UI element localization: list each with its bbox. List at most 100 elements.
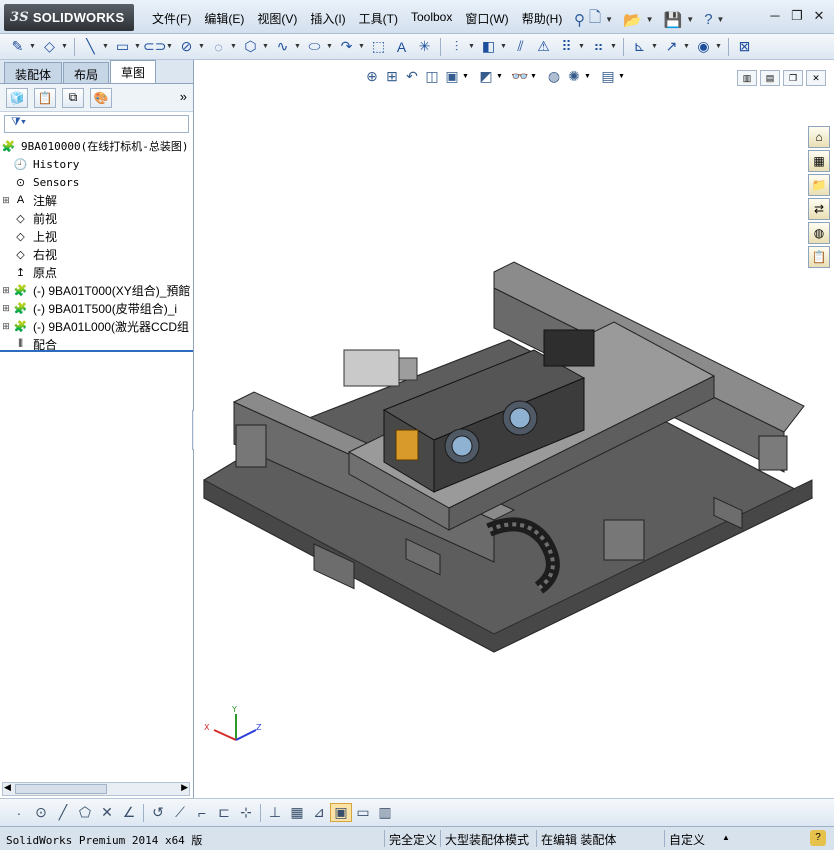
angle-icon[interactable]: ∠ <box>118 804 140 821</box>
dimension-icon[interactable]: ⊥ <box>264 804 286 821</box>
chevron-down-icon[interactable]: ▼ <box>610 43 619 50</box>
tile-icon[interactable]: ▥ <box>374 804 396 821</box>
sketch-relations-icon[interactable]: ⊿ <box>308 804 330 821</box>
tab-layout[interactable]: 布局 <box>63 62 110 83</box>
point-icon[interactable]: ✳ <box>413 38 436 55</box>
linear-pattern-icon[interactable]: ⠿ <box>555 38 578 55</box>
pin-icon[interactable]: ⚲ <box>574 11 585 29</box>
minimize-icon[interactable]: ─ <box>764 8 786 24</box>
chevron-down-icon[interactable]: ▼ <box>618 73 626 80</box>
view-palette-icon[interactable]: ⇄ <box>808 198 830 220</box>
fillet-icon[interactable]: ↺ <box>147 804 169 821</box>
previous-view-icon[interactable]: ↶ <box>402 68 422 85</box>
appearance-manager-icon[interactable]: 🎨 <box>90 87 112 108</box>
smart-dimension-icon[interactable]: ◇ <box>38 38 61 55</box>
menu-toolbox[interactable]: Toolbox <box>411 10 452 27</box>
view-orientation-icon[interactable]: ▣ <box>442 68 462 85</box>
restore-icon[interactable]: ❐ <box>786 8 808 24</box>
split-vertical-icon[interactable]: ▥ <box>737 70 757 86</box>
menu-file[interactable]: 文件(F) <box>152 10 191 27</box>
tab-sketch[interactable]: 草图 <box>110 60 157 83</box>
assembly-model-view[interactable]: Y X Z <box>194 60 834 798</box>
tree-item[interactable]: 🕘 History <box>0 155 193 173</box>
tree-item[interactable]: ⊞ 🧩 (-) 9BA01T000(XY组合)_預館 <box>0 281 193 299</box>
tree-item[interactable]: ◇ 前视 <box>0 209 193 227</box>
tree-item[interactable]: ⊞ 🧩 (-) 9BA01L000(激光器CCD组 <box>0 317 193 335</box>
intersect-icon[interactable]: ⊏ <box>213 804 235 821</box>
instant2d-icon[interactable]: ⊠ <box>733 38 756 55</box>
menu-window[interactable]: 窗口(W) <box>465 10 508 27</box>
grid-icon[interactable]: ▦ <box>286 804 308 821</box>
circle-icon[interactable]: ⊙ <box>30 804 52 821</box>
arc-icon[interactable]: ◌ <box>207 39 230 55</box>
rapid-sketch-icon[interactable]: ◉ <box>692 38 715 55</box>
chevron-down-icon[interactable]: ▼ <box>166 43 175 50</box>
offset-entities-icon[interactable]: ⫽ <box>509 38 532 55</box>
save-icon[interactable]: 💾 <box>664 11 683 29</box>
polygon-icon[interactable]: ⬡ <box>239 38 262 55</box>
section-view-icon[interactable]: ◫ <box>422 68 442 85</box>
help-icon[interactable]: ? <box>704 11 712 28</box>
quick-tips-icon[interactable]: ? <box>810 830 826 846</box>
chevron-down-icon[interactable]: ▼ <box>646 15 654 24</box>
tab-assembly[interactable]: 装配体 <box>4 62 63 83</box>
menu-edit[interactable]: 编辑(E) <box>204 10 244 27</box>
zoom-to-area-icon[interactable]: ⊞ <box>382 68 402 85</box>
chevron-down-icon[interactable]: ▼ <box>686 15 694 24</box>
corner-icon[interactable]: ⌐ <box>191 805 213 821</box>
expand-icon[interactable]: ⊞ <box>0 303 12 314</box>
edit-sketch-icon[interactable]: ✎ <box>6 38 29 55</box>
repair-sketch-icon[interactable]: ↗ <box>660 38 683 55</box>
chevron-down-icon[interactable]: ▼ <box>683 43 692 50</box>
tree-item[interactable]: ⊙ Sensors <box>0 173 193 191</box>
chevron-down-icon[interactable]: ▼ <box>294 43 303 50</box>
trim-icon[interactable]: ⫶ <box>445 38 468 55</box>
open-folder-icon[interactable]: 📂 <box>623 11 642 29</box>
window-icon[interactable]: ▭ <box>352 804 374 821</box>
chevron-down-icon[interactable]: ▼ <box>500 43 509 50</box>
chevron-down-icon[interactable]: ▼ <box>134 43 143 50</box>
custom-properties-icon[interactable]: 📋 <box>808 246 830 268</box>
menu-insert[interactable]: 插入(I) <box>310 10 345 27</box>
line-icon[interactable]: ╱ <box>52 804 74 821</box>
chevron-down-icon[interactable]: ▼ <box>230 43 239 50</box>
scrollbar-thumb[interactable] <box>15 784 107 794</box>
convert-entities-icon[interactable]: ◧ <box>477 38 500 55</box>
chamfer-icon[interactable]: ⟋ <box>169 804 191 821</box>
spline-icon[interactable]: ∿ <box>271 38 294 55</box>
chevron-down-icon[interactable]: ▼ <box>715 43 724 50</box>
trim-icon[interactable]: ✕ <box>96 804 118 821</box>
solidworks-logo[interactable]: 3S SOLIDWORKS <box>4 4 134 31</box>
filter-field[interactable]: ⧩▾ <box>4 115 189 133</box>
chevron-down-icon[interactable]: ▼ <box>578 43 587 50</box>
hide-show-items-icon[interactable]: 👓 <box>510 68 530 85</box>
chevron-down-icon[interactable]: ▼ <box>717 15 725 24</box>
tree-item[interactable]: ◇ 右视 <box>0 245 193 263</box>
property-manager-icon[interactable]: 📋 <box>34 87 56 108</box>
sketch-plane-icon[interactable]: ⬚ <box>367 38 390 55</box>
graphics-area[interactable]: Y X Z ⊕ ⊞ ↶ ◫ ▣ ▼ ◩ ▼ 👓 ▼ ◍ ✺ ▼ ▤ ▼ ▥ ▤ ❐ ✕ ⌂… <box>194 60 834 798</box>
chevron-down-icon[interactable]: ▼ <box>262 43 271 50</box>
new-document-icon[interactable]: 🗋 <box>589 7 601 32</box>
3d-box-icon[interactable]: ▣ <box>330 803 352 822</box>
display-style-icon[interactable]: ◩ <box>476 68 496 85</box>
tree-item[interactable]: ⊞ 🧩 (-) 9BA01T500(皮带组合)_i <box>0 299 193 317</box>
chevron-down-icon[interactable]: ▼ <box>29 43 38 50</box>
close-icon[interactable]: ✕ <box>808 8 830 24</box>
chevron-down-icon[interactable]: ▼ <box>530 73 538 80</box>
configuration-manager-icon[interactable]: ⧉ <box>62 87 84 108</box>
text-icon[interactable]: A <box>390 39 413 55</box>
chevron-down-icon[interactable]: ▼ <box>496 73 504 80</box>
point-icon[interactable]: · <box>8 805 30 821</box>
chevron-down-icon[interactable]: ▼ <box>462 73 470 80</box>
tree-item[interactable]: ◇ 上视 <box>0 227 193 245</box>
chevron-down-icon[interactable]: ▼ <box>605 15 613 24</box>
line-icon[interactable]: ╲ <box>79 38 102 55</box>
chevron-down-icon[interactable]: ▼ <box>651 43 660 50</box>
sketch-point-icon[interactable]: ⊹ <box>235 804 257 821</box>
appearances-scenes-icon[interactable]: ◍ <box>808 222 830 244</box>
chevron-down-icon[interactable]: ▼ <box>358 43 367 50</box>
expand-icon[interactable]: ⊞ <box>0 285 12 296</box>
solidworks-resources-icon[interactable]: ⌂ <box>808 126 830 148</box>
display-relations-icon[interactable]: ⊾ <box>628 38 651 55</box>
